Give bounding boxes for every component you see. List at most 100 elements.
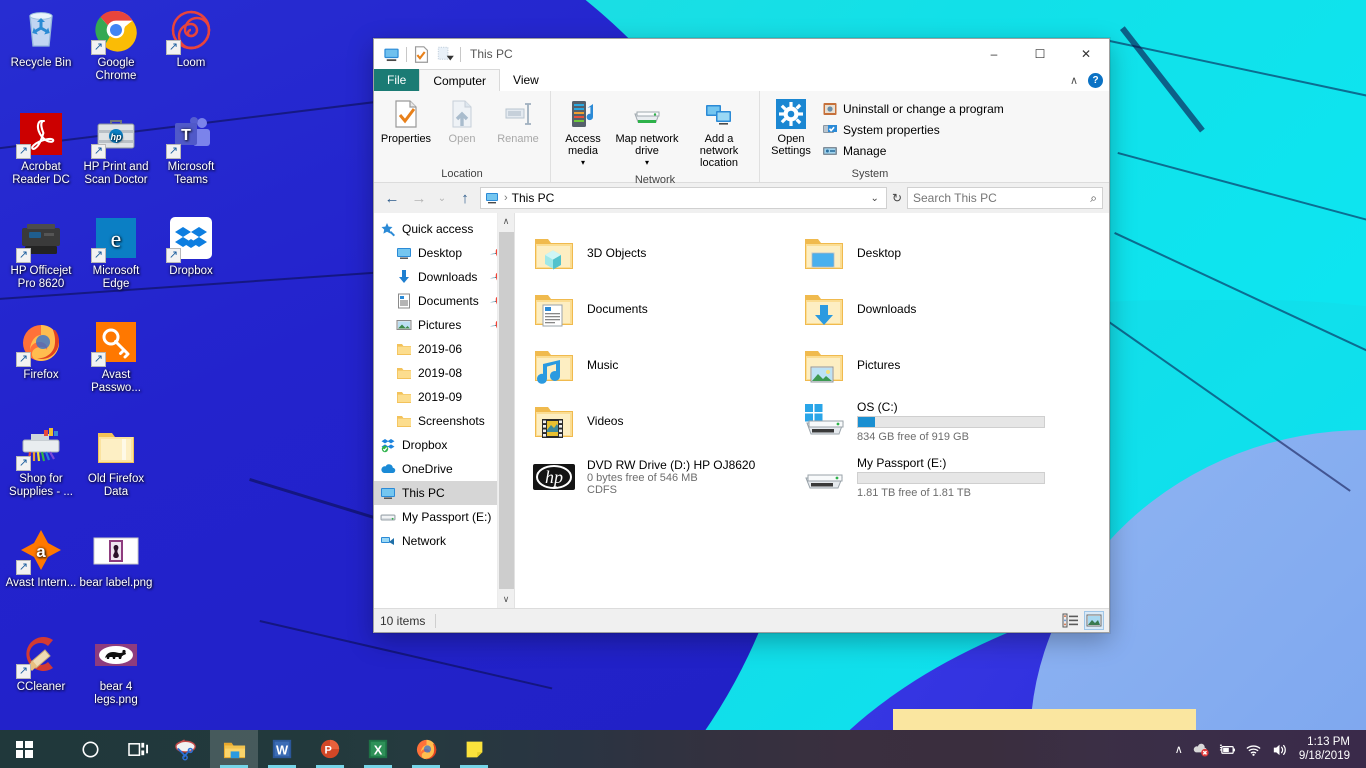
- sidebar-item-2019-09[interactable]: 2019-09: [374, 385, 514, 409]
- properties-icon[interactable]: [412, 45, 431, 64]
- search-input[interactable]: [913, 191, 1091, 205]
- wifi-icon[interactable]: [1241, 730, 1267, 768]
- desktop-icon-microsoft-teams[interactable]: T ↗ Microsoft Teams: [154, 110, 228, 187]
- sidebar-item-this-pc[interactable]: This PC: [374, 481, 514, 505]
- onedrive-error-icon[interactable]: [1189, 730, 1215, 768]
- desktop-icon-loom[interactable]: ↗ Loom: [154, 6, 228, 70]
- chevron-down-icon[interactable]: ⌄: [867, 193, 883, 204]
- back-button[interactable]: ←: [380, 186, 404, 210]
- desktop-icon-bear-label-png[interactable]: bear label.png: [79, 526, 153, 590]
- rename-button[interactable]: Rename: [490, 95, 546, 148]
- properties-button[interactable]: Properties: [378, 95, 434, 148]
- desktop-icon-acrobat-reader-dc[interactable]: ↗ Acrobat Reader DC: [4, 110, 78, 187]
- access-media-button[interactable]: Access media ▾: [555, 95, 611, 172]
- search-icon[interactable]: ⌕: [1090, 191, 1097, 206]
- desktop-icon-shop-for-supplies[interactable]: ↗ Shop for Supplies - ...: [4, 422, 78, 499]
- sidebar-item-2019-08[interactable]: 2019-08: [374, 361, 514, 385]
- sidebar-item-onedrive[interactable]: OneDrive: [374, 457, 514, 481]
- refresh-icon[interactable]: ↻: [890, 191, 904, 205]
- firefox-icon[interactable]: [402, 730, 450, 768]
- map-network-drive-button[interactable]: Map network drive ▾: [611, 95, 683, 172]
- battery-icon[interactable]: [1215, 730, 1241, 768]
- address-bar[interactable]: › This PC ⌄: [480, 187, 887, 209]
- desktop-icon-avast-passwords[interactable]: ↗ Avast Passwo...: [79, 318, 153, 395]
- notification-strip[interactable]: [893, 709, 1196, 731]
- breadcrumb-this-pc[interactable]: This PC: [512, 191, 555, 205]
- cortana-search-icon[interactable]: [66, 730, 114, 768]
- tab-computer[interactable]: Computer: [419, 69, 501, 91]
- desktop-icon-dropbox[interactable]: ↗ Dropbox: [154, 214, 228, 278]
- system-properties-item[interactable]: System properties: [820, 120, 1010, 140]
- file-list-content[interactable]: 3D Objects Desktop Documents Downloads M…: [514, 213, 1109, 608]
- snip-and-sketch-icon[interactable]: [162, 730, 210, 768]
- close-button[interactable]: ✕: [1063, 39, 1109, 69]
- item-dvd-rw-drive-d[interactable]: hp DVD RW Drive (D:) HP OJ8620 0 bytes f…: [527, 449, 797, 505]
- maximize-button[interactable]: ☐: [1017, 39, 1063, 69]
- item-os-c[interactable]: OS (C:) 834 GB free of 919 GB: [797, 393, 1067, 449]
- desktop-icon-google-chrome[interactable]: ↗ Google Chrome: [79, 6, 153, 83]
- search-box[interactable]: ⌕: [907, 187, 1103, 209]
- open-button[interactable]: Open: [434, 95, 490, 148]
- recent-locations-button[interactable]: ⌄: [434, 186, 450, 210]
- desktop-icon-ccleaner[interactable]: ↗ CCleaner: [4, 630, 78, 694]
- sticky-notes-icon[interactable]: [450, 730, 498, 768]
- item-music[interactable]: Music: [527, 337, 797, 393]
- item-3d-objects[interactable]: 3D Objects: [527, 225, 797, 281]
- desktop-icon-old-firefox-data[interactable]: Old Firefox Data: [79, 422, 153, 499]
- scrollbar-track[interactable]: [497, 230, 514, 591]
- customize-qat-dropdown[interactable]: [436, 45, 455, 64]
- sidebar-item-quick-access[interactable]: Quick access: [374, 217, 514, 241]
- scroll-up-arrow-icon[interactable]: ∧: [497, 213, 514, 230]
- show-hidden-icons-button[interactable]: ∧: [1169, 730, 1189, 768]
- chevron-down-icon[interactable]: ▾: [581, 157, 585, 169]
- tab-view[interactable]: View: [500, 69, 552, 91]
- item-my-passport-e[interactable]: My Passport (E:) 1.81 TB free of 1.81 TB: [797, 449, 1067, 505]
- desktop-icon-microsoft-edge[interactable]: e ↗ Microsoft Edge: [79, 214, 153, 291]
- large-icons-view-button[interactable]: [1084, 611, 1104, 630]
- sidebar-item-documents[interactable]: Documents 📌: [374, 289, 514, 313]
- chevron-down-icon[interactable]: ▾: [645, 157, 649, 169]
- sidebar-item-desktop[interactable]: Desktop 📌: [374, 241, 514, 265]
- file-explorer-icon[interactable]: [210, 730, 258, 768]
- chevron-up-icon[interactable]: ∧: [1070, 74, 1078, 87]
- sidebar-item-2019-06[interactable]: 2019-06: [374, 337, 514, 361]
- uninstall-program-item[interactable]: Uninstall or change a program: [820, 99, 1010, 119]
- sidebar-item-pictures[interactable]: Pictures 📌: [374, 313, 514, 337]
- desktop-icon-avast-internet-security[interactable]: a ↗ Avast Intern...: [4, 526, 78, 590]
- desktop-icon-firefox[interactable]: ↗ Firefox: [4, 318, 78, 382]
- sidebar-item-dropbox[interactable]: Dropbox: [374, 433, 514, 457]
- clock[interactable]: 1:13 PM 9/18/2019: [1293, 735, 1360, 763]
- add-network-location-button[interactable]: Add a network location: [683, 95, 755, 172]
- up-button[interactable]: ↑: [453, 186, 477, 210]
- task-view-icon[interactable]: [114, 730, 162, 768]
- powerpoint-icon[interactable]: P: [306, 730, 354, 768]
- details-view-button[interactable]: [1062, 612, 1080, 629]
- desktop-icon-hp-officejet-pro-8620[interactable]: ↗ HP Officejet Pro 8620: [4, 214, 78, 291]
- window-titlebar[interactable]: This PC – ☐ ✕: [374, 39, 1109, 69]
- sidebar-item-network[interactable]: Network: [374, 529, 514, 553]
- forward-button[interactable]: →: [407, 186, 431, 210]
- desktop-icon-bear-4-legs-png[interactable]: bear 4 legs.png: [79, 630, 153, 707]
- desktop-icon-hp-print-and-scan-doctor[interactable]: hp ↗ HP Print and Scan Doctor: [79, 110, 153, 187]
- item-downloads[interactable]: Downloads: [797, 281, 1067, 337]
- scrollbar-thumb[interactable]: [498, 232, 514, 589]
- start-button[interactable]: [0, 730, 48, 768]
- help-icon[interactable]: ?: [1088, 72, 1103, 88]
- navigation-pane-scrollbar[interactable]: ∧ ∨: [497, 213, 514, 608]
- item-desktop[interactable]: Desktop: [797, 225, 1067, 281]
- sidebar-item-my-passport-e[interactable]: My Passport (E:): [374, 505, 514, 529]
- minimize-button[interactable]: –: [971, 39, 1017, 69]
- excel-icon[interactable]: X: [354, 730, 402, 768]
- this-pc-icon[interactable]: [382, 45, 401, 64]
- volume-icon[interactable]: [1267, 730, 1293, 768]
- desktop-icon-recycle-bin[interactable]: Recycle Bin: [4, 6, 78, 70]
- open-settings-button[interactable]: Open Settings: [764, 95, 818, 160]
- sidebar-item-downloads[interactable]: Downloads 📌: [374, 265, 514, 289]
- tab-file[interactable]: File: [374, 69, 420, 91]
- scroll-down-arrow-icon[interactable]: ∨: [497, 591, 514, 608]
- sidebar-item-screenshots[interactable]: Screenshots: [374, 409, 514, 433]
- manage-item[interactable]: Manage: [820, 141, 1010, 161]
- item-pictures[interactable]: Pictures: [797, 337, 1067, 393]
- item-videos[interactable]: Videos: [527, 393, 797, 449]
- word-icon[interactable]: W: [258, 730, 306, 768]
